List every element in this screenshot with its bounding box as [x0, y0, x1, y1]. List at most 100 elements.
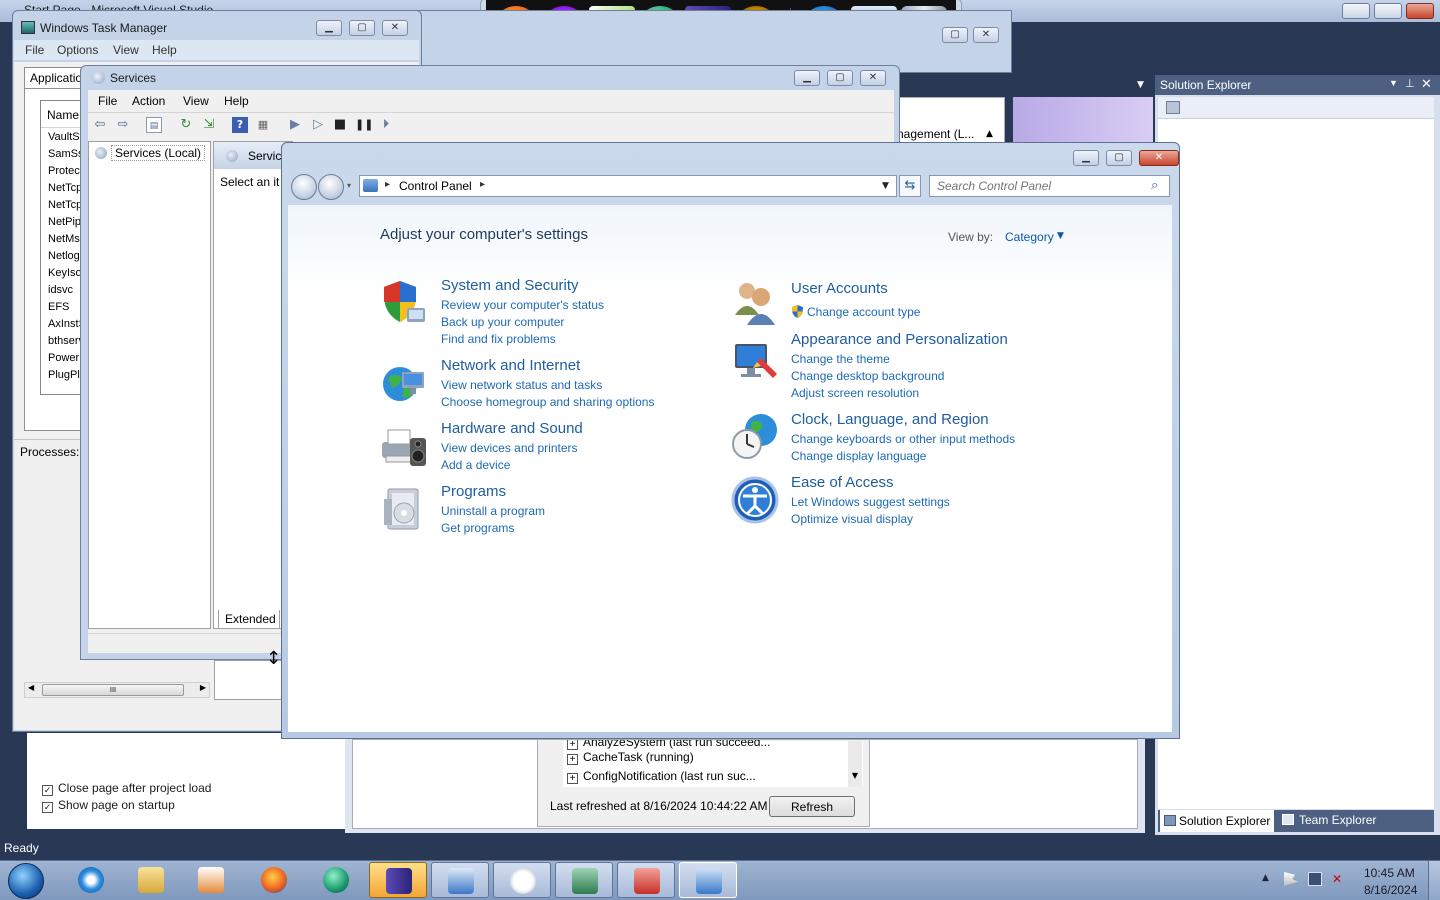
table-row[interactable]: EFS — [48, 301, 82, 313]
tab-extended[interactable]: Extended — [218, 610, 280, 629]
network-globe-icon[interactable] — [380, 360, 428, 408]
ease-of-access-icon[interactable] — [731, 476, 779, 524]
taskbar-task-manager[interactable] — [555, 862, 613, 898]
chevron-down-icon[interactable]: ▼ — [1389, 78, 1398, 88]
clock-date[interactable]: 8/16/2024 — [1364, 883, 1417, 897]
forward-button[interactable] — [318, 174, 344, 200]
tm-menu-file[interactable]: File — [25, 43, 44, 57]
table-row[interactable]: KeyIso — [48, 267, 82, 279]
breadcrumb-chevron-icon[interactable]: ▸ — [480, 179, 485, 190]
table-row[interactable]: Netlogon — [48, 250, 82, 262]
chevron-down-icon[interactable]: ▼ — [882, 181, 889, 191]
taskbar-app-globe[interactable] — [307, 862, 365, 898]
checkbox-checked[interactable]: ✓ — [42, 785, 53, 796]
clock-time[interactable]: 10:45 AM — [1364, 866, 1415, 880]
refresh-icon[interactable]: ⇆ — [899, 175, 921, 197]
start-button[interactable] — [8, 863, 44, 899]
show-on-startup-checkbox[interactable]: ✓ Show page on startup — [42, 798, 175, 813]
link-get-programs[interactable]: Get programs — [441, 521, 514, 535]
svc-minimize-button[interactable]: ▁ — [794, 70, 820, 86]
svc-maximize-button[interactable]: ▢ — [827, 70, 853, 86]
taskbar-task-scheduler[interactable] — [493, 862, 551, 898]
task-list-scrollbar[interactable]: ▼ — [848, 741, 862, 787]
background-maximize-button[interactable]: ▢ — [942, 27, 968, 43]
management-tree-item[interactable]: nagement (L... — [897, 127, 974, 141]
tm-menu-options[interactable]: Options — [57, 43, 98, 57]
volume-muted-icon[interactable]: ✕ — [1332, 872, 1346, 886]
taskbar-toolbox[interactable] — [617, 862, 675, 898]
link-devices-printers[interactable]: View devices and printers — [441, 441, 578, 455]
chevron-down-icon[interactable]: ▼ — [1057, 231, 1064, 241]
link-display-language[interactable]: Change display language — [791, 449, 926, 463]
background-close-button[interactable]: ✕ — [973, 27, 999, 43]
svc-menu-file[interactable]: File — [98, 94, 117, 108]
taskbar-file-explorer[interactable] — [122, 862, 180, 898]
users-icon[interactable] — [731, 279, 779, 327]
category-system-security[interactable]: System and Security — [441, 277, 579, 294]
tm-maximize-button[interactable]: ▢ — [349, 20, 375, 36]
view-by-dropdown[interactable]: Category — [1005, 230, 1054, 244]
programs-disc-icon[interactable] — [380, 485, 428, 533]
expand-icon[interactable]: + — [567, 754, 578, 765]
refresh-icon[interactable]: ↻ — [178, 117, 194, 133]
close-icon[interactable]: ✕ — [1421, 76, 1432, 92]
shield-icon[interactable] — [380, 278, 428, 326]
monitor-paint-icon[interactable] — [731, 336, 779, 384]
network-tray-icon[interactable] — [1308, 872, 1322, 886]
cp-close-button[interactable]: ✕ — [1139, 150, 1179, 166]
table-row[interactable]: NetMsmqActivator — [48, 233, 82, 245]
stop-service-icon[interactable]: ■ — [332, 117, 348, 133]
properties-icon[interactable] — [1166, 101, 1180, 114]
breadcrumb-control-panel[interactable]: Control Panel — [399, 179, 472, 193]
link-find-fix[interactable]: Find and fix problems — [441, 332, 556, 346]
link-desktop-background[interactable]: Change desktop background — [791, 369, 944, 383]
link-back-up[interactable]: Back up your computer — [441, 315, 564, 329]
table-row[interactable]: PlugPlay — [48, 369, 82, 381]
tab-solution-explorer[interactable]: Solution Explorer — [1160, 810, 1275, 832]
link-change-theme[interactable]: Change the theme — [791, 352, 890, 366]
list-item[interactable]: + CacheTask (running) — [567, 750, 694, 765]
category-hardware-sound[interactable]: Hardware and Sound — [441, 420, 583, 437]
help-icon[interactable]: ? — [232, 117, 248, 133]
back-button[interactable] — [291, 174, 317, 200]
checkbox-checked[interactable]: ✓ — [42, 802, 53, 813]
svc-menu-help[interactable]: Help — [224, 94, 249, 108]
clock-globe-icon[interactable] — [731, 412, 779, 460]
properties-pane-icon[interactable]: ▦ — [255, 117, 271, 133]
table-row[interactable]: ProtectedStorage — [48, 165, 82, 177]
table-row[interactable]: NetTcpActivator — [48, 199, 82, 211]
taskbar-internet-explorer[interactable] — [62, 862, 120, 898]
close-after-load-checkbox[interactable]: ✓ Close page after project load — [42, 781, 211, 796]
link-uninstall[interactable]: Uninstall a program — [441, 504, 545, 518]
table-row[interactable]: NetTcpPortSharing — [48, 182, 82, 194]
show-hide-tree-icon[interactable]: ▤ — [146, 117, 162, 133]
start-service-icon[interactable]: ▶ — [287, 117, 303, 133]
link-add-device[interactable]: Add a device — [441, 458, 510, 472]
printer-speaker-icon[interactable] — [380, 422, 428, 470]
tm-minimize-button[interactable]: ▁ — [316, 20, 342, 36]
taskbar-firefox[interactable] — [245, 862, 303, 898]
cp-maximize-button[interactable]: ▢ — [1106, 150, 1132, 166]
link-suggest-settings[interactable]: Let Windows suggest settings — [791, 495, 950, 509]
table-row[interactable]: Power — [48, 352, 82, 364]
expand-icon[interactable]: + — [567, 773, 578, 784]
svc-menu-view[interactable]: View — [183, 94, 209, 108]
show-hidden-icons[interactable]: ▲ — [1262, 873, 1269, 883]
table-row[interactable]: VaultSvc — [48, 131, 82, 143]
column-header-name[interactable]: Name — [41, 101, 84, 128]
search-icon[interactable]: ⌕ — [1151, 178, 1158, 193]
scroll-right-icon[interactable]: ▶ — [200, 683, 206, 692]
taskbar-control-panel[interactable] — [679, 862, 737, 898]
link-review-status[interactable]: Review your computer's status — [441, 298, 604, 312]
table-row[interactable]: bthserv — [48, 335, 82, 347]
link-screen-resolution[interactable]: Adjust screen resolution — [791, 386, 919, 400]
tree-item-services-local[interactable]: Services (Local) — [95, 145, 206, 161]
scrollbar-thumb[interactable]: III — [42, 684, 184, 696]
category-network-internet[interactable]: Network and Internet — [441, 357, 580, 374]
taskbar-visual-studio[interactable] — [369, 862, 427, 898]
pause-service-icon[interactable]: ❚❚ — [355, 117, 373, 133]
vs-minimize-button[interactable] — [1342, 3, 1370, 19]
category-clock-language-region[interactable]: Clock, Language, and Region — [791, 411, 989, 428]
svc-close-button[interactable]: ✕ — [860, 70, 886, 86]
recent-pages-icon[interactable]: ▾ — [347, 181, 351, 190]
